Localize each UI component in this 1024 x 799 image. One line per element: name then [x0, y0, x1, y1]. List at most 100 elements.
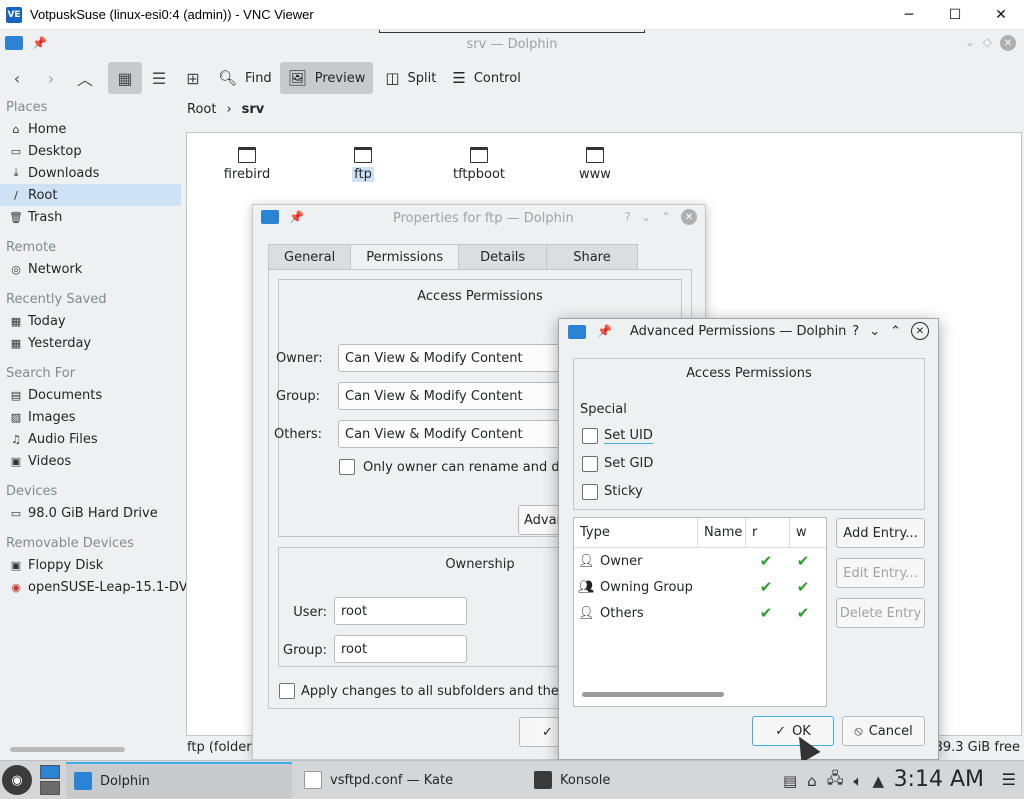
pin-icon[interactable]: 📌	[597, 324, 612, 338]
close-icon[interactable]: ✕	[911, 322, 929, 340]
place-root[interactable]: / Root	[0, 184, 181, 206]
maximize-icon[interactable]: ⌃	[661, 210, 671, 224]
group-field[interactable]: root	[334, 635, 467, 663]
minimize-button[interactable]: ─	[886, 0, 932, 30]
place-home[interactable]: ⌂ Home	[0, 118, 186, 140]
place-audio[interactable]: ♫ Audio Files	[0, 428, 186, 450]
place-today[interactable]: ▦ Today	[0, 310, 186, 332]
edit-entry-button[interactable]: Edit Entry...	[836, 558, 925, 588]
apply-recursive-checkbox[interactable]	[279, 683, 295, 699]
place-videos[interactable]: ▣ Videos	[0, 450, 186, 472]
cancel-label: Cancel	[868, 723, 913, 739]
shade-icon[interactable]: ⌄	[869, 324, 880, 339]
folder-item-tftpboot[interactable]: tftpboot	[434, 147, 524, 182]
close-icon[interactable]: ✕	[681, 209, 697, 225]
task-kate[interactable]: vsftpd.conf — Kate	[296, 762, 522, 798]
place-desktop[interactable]: ▭ Desktop	[0, 140, 186, 162]
place-yesterday[interactable]: ▦ Yesterday	[0, 332, 186, 354]
set-uid-checkbox[interactable]	[582, 428, 598, 444]
forward-button[interactable]: ›	[34, 62, 68, 94]
acl-row-owning-group[interactable]: 👥︎ Owning Group ✔ ✔	[574, 574, 826, 600]
only-owner-checkbox[interactable]	[339, 459, 355, 475]
pager[interactable]	[40, 765, 60, 795]
details-view-button[interactable]: ⊞	[176, 62, 210, 94]
properties-title: Properties for ftp — Dolphin	[393, 211, 574, 226]
place-images-label: Images	[28, 409, 76, 425]
col-r[interactable]: r	[746, 518, 790, 547]
place-network[interactable]: ◎ Network	[0, 258, 186, 280]
maximize-icon[interactable]: ⌃	[890, 324, 901, 339]
delete-entry-button[interactable]: Delete Entry	[836, 598, 925, 628]
set-gid-checkbox[interactable]	[582, 456, 598, 472]
folder-item-www[interactable]: www	[550, 147, 640, 182]
desktop-1[interactable]	[40, 765, 60, 779]
place-documents[interactable]: ▤ Documents	[0, 384, 186, 406]
icons-view-button[interactable]: ▦	[108, 62, 142, 94]
clipboard-icon[interactable]: ▤	[783, 772, 797, 790]
usb-icon[interactable]: ⌂	[807, 772, 817, 790]
breadcrumb-current[interactable]: srv	[242, 102, 265, 117]
place-floppy[interactable]: ▣ Floppy Disk	[0, 554, 186, 576]
help-icon[interactable]: ?	[625, 210, 631, 224]
tab-permissions[interactable]: Permissions	[350, 244, 460, 270]
control-button[interactable]: ☰ Control	[444, 62, 528, 94]
place-trash[interactable]: 🗑︎ Trash	[0, 206, 186, 228]
col-name[interactable]: Name	[698, 518, 746, 547]
cancel-button[interactable]: ⦸ Cancel	[842, 716, 925, 746]
vnc-titlebar: VE VotpuskSuse (linux-esi0:4 (admin)) - …	[0, 0, 1024, 30]
compact-view-button[interactable]: ☰	[142, 62, 176, 94]
close-icon[interactable]: ✕	[1000, 35, 1016, 51]
place-images[interactable]: ▨ Images	[0, 406, 186, 428]
acl-row-owner[interactable]: 👤︎ Owner ✔ ✔	[574, 548, 826, 574]
tab-share[interactable]: Share	[546, 244, 638, 270]
tab-general[interactable]: General	[268, 244, 352, 270]
place-today-label: Today	[28, 313, 66, 329]
shade-icon[interactable]: ⌄	[641, 210, 651, 224]
maximize-button[interactable]: ☐	[932, 0, 978, 30]
tab-details[interactable]: Details	[458, 244, 548, 270]
properties-titlebar: 📌 Properties for ftp — Dolphin ? ⌄ ⌃ ✕	[253, 205, 705, 233]
folder-item-ftp[interactable]: ftp	[318, 147, 408, 182]
pin-icon[interactable]: 📌	[289, 210, 304, 224]
close-button[interactable]: ✕	[978, 0, 1024, 30]
shade-icon[interactable]: ⌄	[965, 35, 975, 51]
network-icon[interactable]: 🖧︎	[827, 768, 844, 793]
col-w[interactable]: w	[790, 518, 820, 547]
volume-icon[interactable]: 🔈︎	[853, 772, 862, 790]
col-type[interactable]: Type	[574, 518, 698, 547]
task-dolphin[interactable]: Dolphin	[66, 762, 292, 798]
clock[interactable]: 3:14 AM	[894, 767, 984, 792]
help-icon[interactable]: ?	[852, 324, 859, 339]
acl-type: Owner	[600, 553, 643, 569]
place-audio-label: Audio Files	[28, 431, 98, 447]
desktop-2[interactable]	[40, 781, 60, 795]
add-entry-button[interactable]: Add Entry...	[836, 518, 925, 548]
folder-app-icon	[261, 210, 279, 224]
places-scrollbar[interactable]	[10, 747, 125, 752]
place-dvd[interactable]: ◉ openSUSE-Leap-15.1-DVD	[0, 576, 186, 598]
sticky-checkbox[interactable]	[582, 484, 598, 500]
place-downloads[interactable]: ⤓ Downloads	[0, 162, 186, 184]
dolphin-titlebar: 📌 srv — Dolphin ⌄ ◇ ✕	[0, 30, 1024, 58]
panel-menu-icon[interactable]: ☰	[1002, 770, 1016, 789]
breadcrumb-root[interactable]: Root	[187, 102, 216, 117]
find-button[interactable]: 🔍︎ Find	[210, 62, 280, 94]
breadcrumb-separator-icon[interactable]: ›	[226, 102, 231, 117]
application-launcher-icon[interactable]: ◉	[2, 765, 32, 795]
task-konsole[interactable]: Konsole	[526, 762, 752, 798]
up-button[interactable]: ︿	[68, 62, 102, 94]
acl-scrollbar[interactable]	[582, 692, 724, 697]
check-icon: ✔	[759, 604, 773, 622]
keep-above-icon[interactable]: ◇	[983, 35, 992, 51]
acl-table[interactable]: Type Name r w 👤︎ Owner ✔ ✔ 👥︎ Owning Group…	[573, 517, 827, 707]
user-field[interactable]: root	[334, 597, 467, 625]
place-hdd[interactable]: ▭ 98.0 GiB Hard Drive	[0, 502, 186, 524]
acl-row-others[interactable]: 👤︎ Others ✔ ✔	[574, 600, 826, 626]
folder-icon	[586, 147, 604, 163]
preview-button[interactable]: 🖼︎ Preview	[279, 62, 374, 94]
folder-item-firebird[interactable]: firebird	[202, 147, 292, 182]
check-icon: ✔	[759, 578, 773, 596]
split-button[interactable]: ◫ Split	[377, 62, 444, 94]
tray-expand-icon[interactable]: ▲	[872, 772, 884, 790]
back-button[interactable]: ‹	[0, 62, 34, 94]
